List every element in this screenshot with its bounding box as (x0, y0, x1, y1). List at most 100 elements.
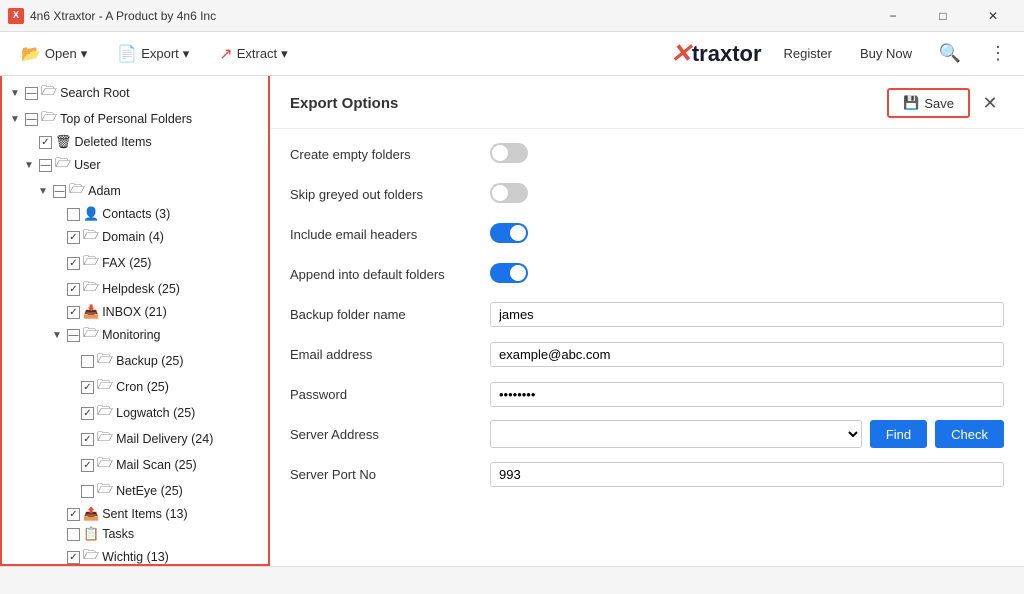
brand-logo: ✕ traxtor (670, 38, 761, 69)
toggle-include-email-headers[interactable] (490, 223, 528, 243)
control-create-empty-folders (490, 143, 1004, 166)
checkbox-user[interactable]: — (39, 159, 52, 172)
checkbox-helpdesk[interactable]: ✓ (67, 283, 80, 296)
checkbox-root[interactable]: — (25, 87, 38, 100)
expand-logwatch[interactable] (64, 406, 78, 420)
expand-tasks[interactable] (50, 527, 64, 541)
tree-item-backup: 🗁 Backup (25) (2, 348, 268, 374)
export-form: Create empty folders Skip greyed out fol… (270, 129, 1024, 509)
checkbox-wichtig[interactable]: ✓ (67, 551, 80, 564)
expand-contacts[interactable] (50, 207, 64, 221)
checkbox-neteye[interactable] (81, 485, 94, 498)
toggle-append-default-folders[interactable] (490, 263, 528, 283)
row-create-empty-folders: Create empty folders (290, 139, 1004, 169)
extract-chevron-icon: ▾ (281, 46, 288, 62)
extract-button[interactable]: ↗ Extract ▾ (208, 39, 298, 69)
app-icon: X (8, 8, 24, 24)
toggle-skip-greyed[interactable] (490, 183, 528, 203)
tree-label-neteye: NetEye (25) (116, 484, 183, 498)
expand-personal[interactable]: ▼ (8, 112, 22, 126)
expand-inbox[interactable] (50, 305, 64, 319)
tree-item-personal: ▼ — 🗁 Top of Personal Folders (2, 106, 268, 132)
expand-sentitems[interactable] (50, 507, 64, 521)
folder-icon-maildelivery: 🗁 (97, 428, 113, 450)
save-button[interactable]: 💾 Save (887, 88, 970, 118)
expand-domain[interactable] (50, 230, 64, 244)
expand-monitoring[interactable]: ▼ (50, 328, 64, 342)
input-password[interactable] (490, 382, 1004, 407)
tree-item-inbox: ✓ 📥 INBOX (21) (2, 302, 268, 322)
checkbox-maildelivery[interactable]: ✓ (81, 433, 94, 446)
folder-icon-backup: 🗁 (97, 350, 113, 372)
expand-maildelivery[interactable] (64, 432, 78, 446)
select-server-address[interactable] (490, 420, 862, 448)
checkbox-cron[interactable]: ✓ (81, 381, 94, 394)
checkbox-sentitems[interactable]: ✓ (67, 508, 80, 521)
label-password: Password (290, 387, 490, 402)
export-label: Export (141, 46, 179, 61)
export-options-panel: Export Options 💾 Save ✕ Create empty fol… (270, 76, 1024, 566)
checkbox-monitoring[interactable]: — (67, 329, 80, 342)
extract-icon: ↗ (219, 44, 232, 64)
open-chevron-icon: ▾ (81, 46, 88, 62)
tree-item-neteye: 🗁 NetEye (25) (2, 478, 268, 504)
checkbox-inbox[interactable]: ✓ (67, 306, 80, 319)
toggle-create-empty-folders[interactable] (490, 143, 528, 163)
expand-neteye[interactable] (64, 484, 78, 498)
tree-label-monitoring: Monitoring (102, 328, 160, 342)
title-bar-left: X 4n6 Xtraxtor - A Product by 4n6 Inc (8, 8, 216, 24)
expand-wichtig[interactable] (50, 550, 64, 564)
checkbox-contacts[interactable] (67, 208, 80, 221)
export-icon: 📄 (117, 44, 137, 64)
checkbox-mailscan[interactable]: ✓ (81, 459, 94, 472)
register-link[interactable]: Register (778, 42, 838, 65)
expand-backup[interactable] (64, 354, 78, 368)
more-menu-button[interactable]: ⋮ (982, 38, 1014, 70)
checkbox-tasks[interactable] (67, 528, 80, 541)
checkbox-backup[interactable] (81, 355, 94, 368)
input-email-address[interactable] (490, 342, 1004, 367)
tree-label-maildelivery: Mail Delivery (24) (116, 432, 213, 446)
tree-label-logwatch: Logwatch (25) (116, 406, 195, 420)
close-export-button[interactable]: ✕ (976, 89, 1004, 117)
tree-label-wichtig: Wichtig (13) (102, 550, 169, 564)
checkbox-deleted[interactable]: ✓ (39, 136, 52, 149)
sent-icon: 📤 (83, 506, 99, 522)
close-window-button[interactable]: ✕ (970, 0, 1016, 32)
checkbox-logwatch[interactable]: ✓ (81, 407, 94, 420)
expand-root[interactable]: ▼ (8, 86, 22, 100)
tree-item-sentitems: ✓ 📤 Sent Items (13) (2, 504, 268, 524)
open-button[interactable]: 📂 Open ▾ (10, 39, 98, 69)
checkbox-domain[interactable]: ✓ (67, 231, 80, 244)
tree-label-tasks: Tasks (102, 527, 134, 541)
buy-now-link[interactable]: Buy Now (854, 42, 918, 65)
row-email-address: Email address (290, 339, 1004, 369)
window-controls: − □ ✕ (870, 0, 1016, 32)
folder-icon-helpdesk: 🗁 (83, 278, 99, 300)
input-backup-folder-name[interactable] (490, 302, 1004, 327)
label-create-empty-folders: Create empty folders (290, 147, 490, 162)
tree-item-root: ▼ — 🗁 Search Root (2, 80, 268, 106)
expand-deleted[interactable] (22, 135, 36, 149)
expand-helpdesk[interactable] (50, 282, 64, 296)
checkbox-personal[interactable]: — (25, 113, 38, 126)
checkbox-adam[interactable]: — (53, 185, 66, 198)
search-toolbar-button[interactable]: 🔍 (934, 38, 966, 70)
expand-user[interactable]: ▼ (22, 158, 36, 172)
expand-adam[interactable]: ▼ (36, 184, 50, 198)
expand-cron[interactable] (64, 380, 78, 394)
tree-item-tasks: 📋 Tasks (2, 524, 268, 544)
export-button[interactable]: 📄 Export ▾ (106, 39, 200, 69)
expand-fax[interactable] (50, 256, 64, 270)
input-server-port[interactable] (490, 462, 1004, 487)
checkbox-fax[interactable]: ✓ (67, 257, 80, 270)
tree-item-cron: ✓ 🗁 Cron (25) (2, 374, 268, 400)
check-button[interactable]: Check (935, 420, 1004, 448)
find-button[interactable]: Find (870, 420, 927, 448)
expand-mailscan[interactable] (64, 458, 78, 472)
tree-item-helpdesk: ✓ 🗁 Helpdesk (25) (2, 276, 268, 302)
maximize-button[interactable]: □ (920, 0, 966, 32)
minimize-button[interactable]: − (870, 0, 916, 32)
row-include-email-headers: Include email headers (290, 219, 1004, 249)
tree-label-inbox: INBOX (21) (102, 305, 167, 319)
